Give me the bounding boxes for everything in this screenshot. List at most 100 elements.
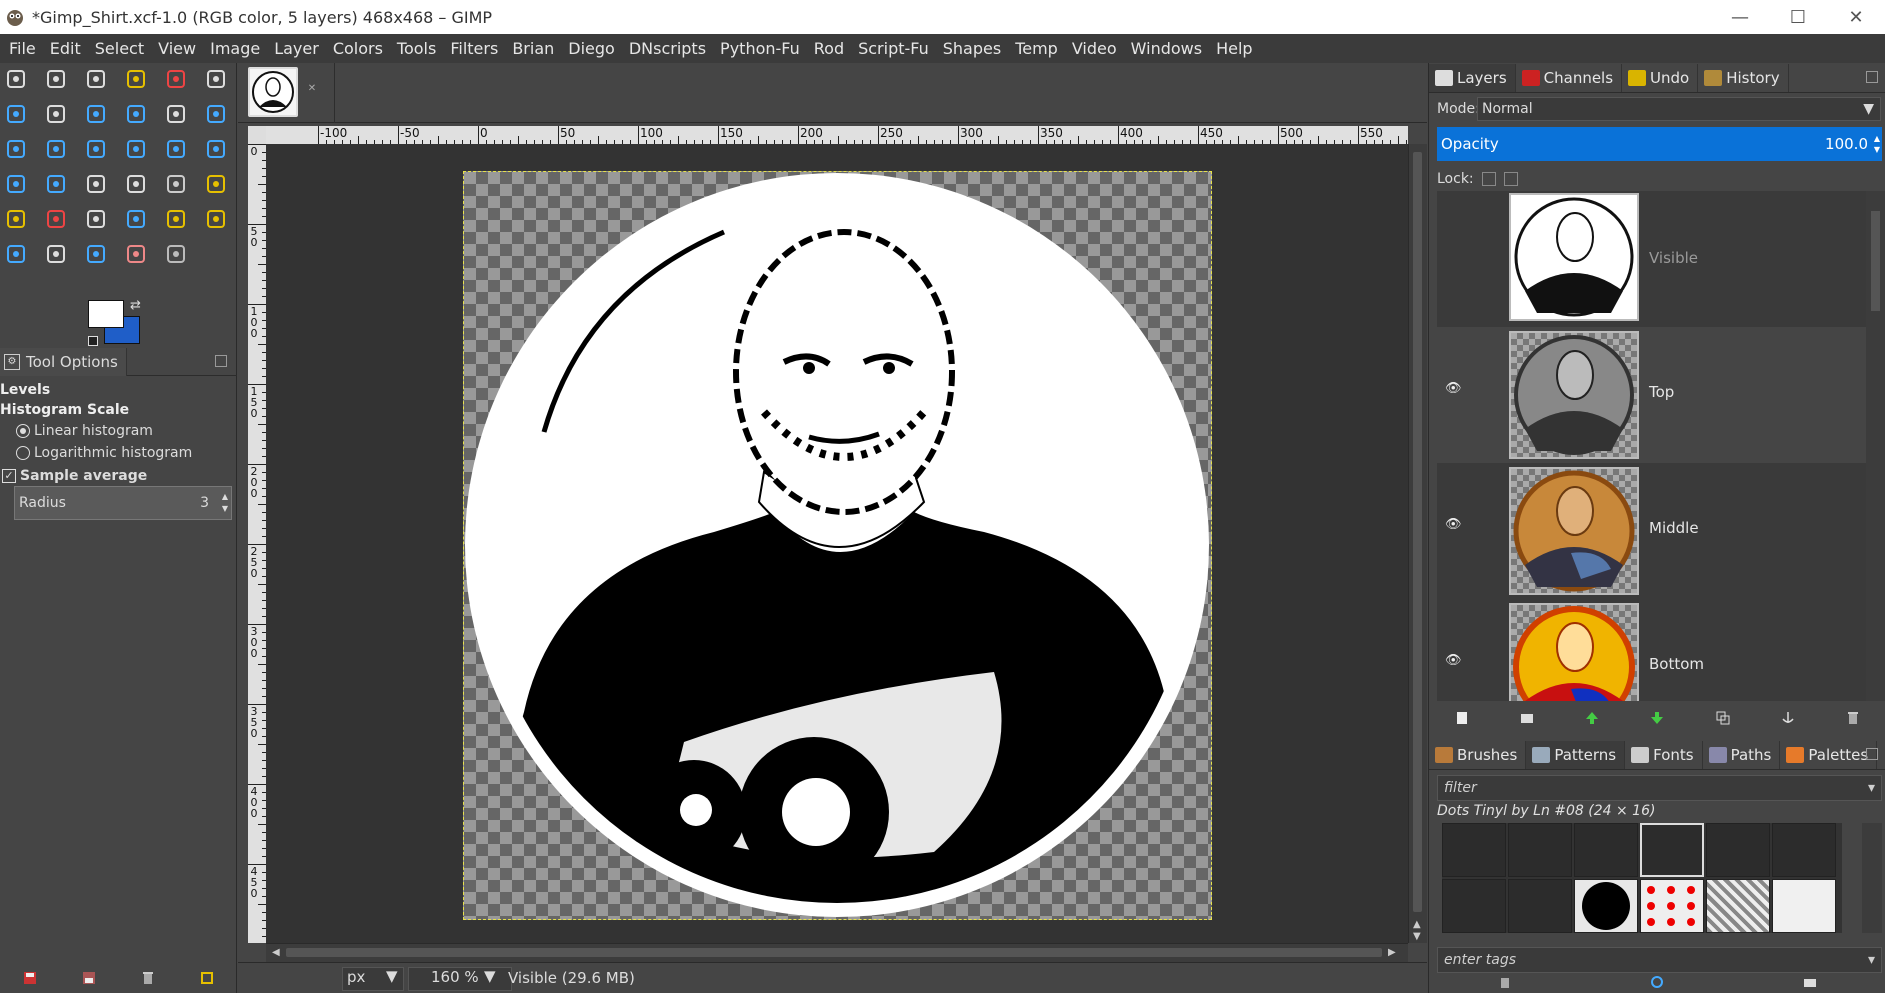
align-tool-icon[interactable] — [2, 135, 30, 163]
canvas-horizontal-scrollbar[interactable]: ◀ ▶ — [266, 943, 1408, 962]
text-tool-icon[interactable] — [82, 170, 110, 198]
move-tool-icon[interactable] — [202, 100, 230, 128]
measure-tool-icon[interactable] — [162, 100, 190, 128]
eye-icon[interactable]: 👁 — [1445, 517, 1465, 532]
tab-undo[interactable]: Undo — [1622, 63, 1699, 92]
pattern-cell[interactable] — [1574, 823, 1638, 877]
dodge-burn-tool-icon[interactable] — [162, 240, 190, 268]
save-options-icon[interactable] — [23, 971, 37, 985]
image-tab-thumbnail[interactable] — [248, 67, 298, 117]
patterns-dock-menu-icon[interactable] — [1866, 748, 1878, 760]
menu-brian[interactable]: Brian — [505, 39, 561, 58]
canvas-area[interactable] — [266, 144, 1408, 943]
menu-filters[interactable]: Filters — [443, 39, 505, 58]
layer-row-visible[interactable]: Visible — [1437, 191, 1866, 327]
radio-on-icon[interactable] — [16, 424, 30, 438]
rotate-tool-icon[interactable] — [82, 135, 110, 163]
menu-tools[interactable]: Tools — [390, 39, 443, 58]
tags-dropdown-icon[interactable]: ▾ — [1868, 948, 1875, 972]
image-tab-close-icon[interactable]: ✕ — [306, 83, 318, 95]
sample-average-checkbox[interactable]: ✓ Sample average — [0, 464, 237, 488]
unified-transform-tool-icon[interactable] — [2, 170, 30, 198]
scroll-right-icon[interactable]: ▶ — [1388, 947, 1396, 958]
layer-row-top[interactable]: 👁 Top — [1437, 327, 1866, 463]
layers-scroll-thumb[interactable] — [1871, 211, 1880, 311]
menu-layer[interactable]: Layer — [267, 39, 326, 58]
menu-help[interactable]: Help — [1209, 39, 1259, 58]
pattern-cell-paper[interactable] — [1772, 879, 1836, 933]
foreground-select-tool-icon[interactable] — [2, 100, 30, 128]
lock-alpha-icon[interactable] — [1503, 172, 1518, 186]
airbrush-tool-icon[interactable] — [82, 205, 110, 233]
zoom-dropdown-icon[interactable]: ▼ — [484, 967, 496, 985]
canvas-vertical-scrollbar[interactable]: ▲ ▼ — [1408, 144, 1427, 943]
pattern-cell[interactable] — [1442, 823, 1506, 877]
log-histogram-radio[interactable]: Logarithmic histogram — [0, 442, 237, 464]
foreground-color-swatch[interactable] — [88, 300, 124, 328]
horizontal-ruler[interactable]: -100 -50 0 50 100 150 200 250 300 350 400 450 500 550 — [266, 126, 1408, 144]
fuzzy-select-tool-icon[interactable] — [122, 65, 150, 93]
tab-history[interactable]: History — [1698, 63, 1789, 92]
tab-paths[interactable]: Paths — [1703, 740, 1781, 769]
scroll-down-icon[interactable]: ▼ — [1413, 931, 1421, 942]
select-by-color-tool-icon[interactable] — [162, 65, 190, 93]
tab-channels[interactable]: Channels — [1516, 63, 1623, 92]
pencil-tool-icon[interactable] — [202, 170, 230, 198]
pattern-cell[interactable] — [1772, 823, 1836, 877]
pattern-cell[interactable] — [1442, 879, 1506, 933]
menu-python-fu[interactable]: Python-Fu — [713, 39, 807, 58]
eye-icon[interactable]: 👁 — [1445, 653, 1465, 668]
swap-colors-icon[interactable]: ⇄ — [130, 298, 141, 313]
menu-edit[interactable]: Edit — [43, 39, 88, 58]
pattern-tags-input[interactable]: enter tags ▾ — [1437, 947, 1882, 973]
radius-spinbutton[interactable]: Radius 3 ▲ ▼ — [14, 486, 232, 520]
layer-row-bottom[interactable]: 👁 Bottom — [1437, 599, 1866, 701]
vertical-scroll-thumb[interactable] — [1413, 152, 1422, 912]
tab-layers[interactable]: Layers — [1429, 63, 1516, 92]
menu-video[interactable]: Video — [1065, 39, 1124, 58]
blend-tool-icon[interactable] — [162, 170, 190, 198]
layer-row-middle[interactable]: 👁 Middle — [1437, 463, 1866, 599]
open-pattern-folder-icon[interactable] — [1803, 975, 1817, 989]
checkbox-checked-icon[interactable]: ✓ — [2, 469, 16, 483]
restore-options-icon[interactable] — [82, 971, 96, 985]
unit-dropdown-icon[interactable]: ▼ — [386, 967, 398, 985]
scissors-tool-icon[interactable] — [202, 65, 230, 93]
menu-image[interactable]: Image — [203, 39, 267, 58]
color-picker-tool-icon[interactable] — [82, 100, 110, 128]
pattern-cell-black-circle[interactable] — [1574, 879, 1638, 933]
pattern-cell[interactable] — [1706, 823, 1770, 877]
tab-fonts[interactable]: Fonts — [1625, 740, 1703, 769]
smudge-tool-icon[interactable] — [122, 240, 150, 268]
crop-tool-icon[interactable] — [42, 135, 70, 163]
ink-tool-icon[interactable] — [122, 205, 150, 233]
duplicate-layer-icon[interactable] — [1716, 711, 1730, 725]
horizontal-scroll-thumb[interactable] — [286, 948, 1382, 957]
filter-dropdown-icon[interactable]: ▾ — [1868, 776, 1875, 800]
ellipse-select-tool-icon[interactable] — [42, 65, 70, 93]
layer-mode-select[interactable]: Normal ▼ — [1477, 97, 1881, 121]
delete-options-icon[interactable] — [141, 971, 155, 985]
menu-windows[interactable]: Windows — [1124, 39, 1209, 58]
pattern-cell[interactable] — [1508, 879, 1572, 933]
menu-diego[interactable]: Diego — [561, 39, 622, 58]
tab-tool-options[interactable]: ⚙ Tool Options — [0, 347, 127, 376]
menu-view[interactable]: View — [151, 39, 203, 58]
menu-dnscripts[interactable]: DNscripts — [622, 39, 713, 58]
vertical-ruler[interactable]: 0 50 100 150 200 250 300 350 400 450 — [248, 144, 266, 943]
menu-script-fu[interactable]: Script-Fu — [851, 39, 936, 58]
free-select-tool-icon[interactable] — [82, 65, 110, 93]
paths-tool-icon[interactable] — [42, 100, 70, 128]
tab-brushes[interactable]: Brushes — [1429, 740, 1527, 769]
mypaint-tool-icon[interactable] — [162, 205, 190, 233]
menu-rod[interactable]: Rod — [807, 39, 851, 58]
minimize-button[interactable]: — — [1711, 0, 1769, 34]
zoom-tool-icon[interactable] — [122, 100, 150, 128]
pattern-filter-input[interactable]: filter ▾ — [1437, 775, 1882, 801]
new-layer-icon[interactable] — [1455, 711, 1469, 725]
scale-tool-icon[interactable] — [122, 135, 150, 163]
delete-pattern-icon[interactable] — [1498, 975, 1512, 989]
pattern-cell-red-dots[interactable] — [1640, 879, 1704, 933]
lock-pixels-icon[interactable] — [1481, 172, 1496, 186]
clone-tool-icon[interactable] — [202, 205, 230, 233]
